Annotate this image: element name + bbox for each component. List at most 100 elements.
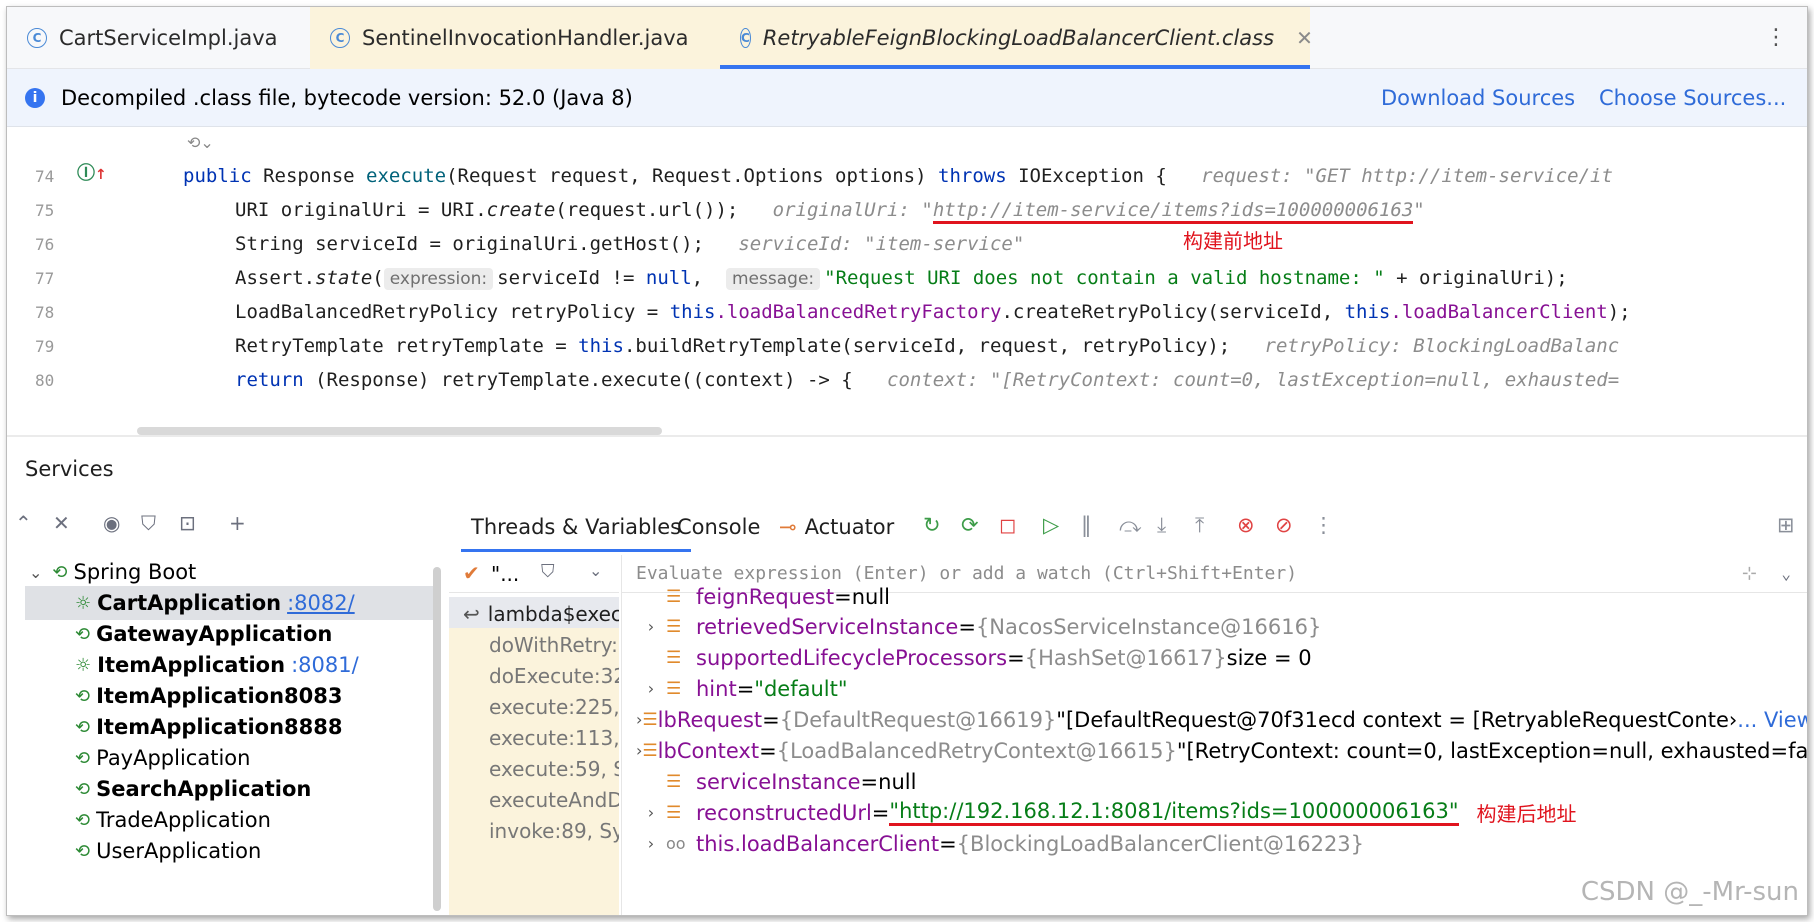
resume-icon[interactable]: ▷ [1043,513,1059,537]
collapse-all-icon[interactable]: ✕ [53,511,70,535]
variable-row[interactable]: ☰ supportedLifecycleProcessors = {HashSe… [622,642,1807,673]
tab-retryable-feign-client[interactable]: C RetryableFeignBlockingLoadBalancerClie… [720,7,1313,69]
frames-panel: ✔ "... ⛉ ⌄ ↩ lambda$exec doWithRetry: doE… [449,555,619,915]
annotation-before-url: 构建前地址 [1183,229,1283,253]
add-service-icon[interactable]: + [229,511,246,535]
service-item-application-8083[interactable]: ⟲ ItemApplication8083 [75,679,342,713]
stack-frame[interactable]: doWithRetry: [449,628,619,662]
code-text: IOException { [1006,165,1167,187]
service-pay-application[interactable]: ⟲ PayApplication [75,741,250,775]
expand-all-icon[interactable]: ⌃ [15,511,32,535]
frame-label: lambda$exec [487,602,619,626]
stack-frame[interactable]: executeAndD [449,783,619,817]
step-out-icon[interactable]: ⤒ [1195,513,1204,538]
step-over-icon[interactable]: ⤼ [1119,513,1141,538]
tab-cart-service-impl[interactable]: C CartServiceImpl.java [7,7,307,69]
variable-value: {LoadBalancedRetryContext@16615} [776,738,1177,763]
service-item-application-8888[interactable]: ⟲ ItemApplication8888 [75,710,342,744]
service-port-link[interactable]: :8081/ [291,653,359,677]
download-sources-link[interactable]: Download Sources [1381,86,1575,110]
variable-name: reconstructedUrl [696,800,872,825]
variable-name: retrievedServiceInstance [696,614,959,639]
stack-frame[interactable]: execute:113, [449,721,619,755]
tab-threads-variables[interactable]: Threads & Variables [461,515,692,552]
stack-frame[interactable]: execute:59, S [449,752,619,786]
variable-row[interactable]: › oo this.loadBalancerClient = {Blocking… [622,828,1807,859]
code-text: String serviceId = originalUri.getHost()… [235,233,704,255]
service-name: ItemApplication8888 [96,715,343,739]
code-editor[interactable]: 74 75 76 77 78 79 80 Ⓘ↑ ⟲⌄ public Respon… [7,127,1807,437]
new-group-icon[interactable]: ⊡ [179,511,196,535]
horizontal-scrollbar[interactable] [137,427,662,435]
stack-frame-partial [449,845,619,915]
stack-frame[interactable]: doExecute:32 [449,659,619,693]
stack-frame[interactable]: ↩ lambda$exec [449,597,619,631]
filter-icon[interactable]: ⛉ [141,511,156,535]
code-text: URI originalUri = URI. [235,199,487,221]
thread-selector[interactable]: ✔ "... ⛉ ⌄ [449,555,619,593]
static-call: state [315,267,373,289]
divider [7,435,1807,437]
tab-console[interactable]: Console [677,515,760,539]
chevron-right-icon[interactable]: › [636,617,666,636]
service-port-link[interactable]: :8082/ [287,591,355,615]
service-name: SearchApplication [96,777,312,801]
service-item-application[interactable]: ☼ ItemApplication :8081/ [75,648,359,682]
view-link[interactable]: ... View [1737,708,1807,732]
layout-icon[interactable]: ⊞ [1777,513,1795,537]
inline-debug-value: serviceId: "item-service" [738,233,1025,255]
choose-sources-link[interactable]: Choose Sources... [1599,86,1786,110]
chevron-right-icon[interactable]: › [636,679,666,698]
variable-row[interactable]: › ☰ lbContext = {LoadBalancedRetryContex… [622,735,1807,766]
mute-breakpoints-icon[interactable]: ⊘ [1275,513,1293,537]
service-cart-application[interactable]: ☼ CartApplication :8082/ [25,586,435,620]
service-gateway-application[interactable]: ⟲ GatewayApplication [75,617,332,651]
rerun-debug-icon[interactable]: ⟳ [961,513,979,537]
variable-name: serviceInstance [696,769,861,794]
service-search-application[interactable]: ⟲ SearchApplication [75,772,311,806]
variable-extra: "[DefaultRequest@70f31ecd context = [Ret… [1056,707,1738,732]
implements-method-icon[interactable]: Ⓘ↑ [77,159,107,185]
view-breakpoints-icon[interactable]: ⊗ [1237,513,1255,537]
tree-scrollbar[interactable] [433,567,441,911]
rerun-icon[interactable]: ↻ [923,513,941,537]
chevron-right-icon[interactable]: › [636,834,666,853]
fold-icon[interactable]: ⟲⌄ [187,133,214,152]
variable-row[interactable]: › ☰ lbRequest = {DefaultRequest@16619} "… [622,704,1807,735]
stop-icon[interactable]: ◻ [999,513,1016,537]
variable-row[interactable]: ☰ feignRequest = null [622,585,1807,609]
tree-node-spring-boot[interactable]: ⌄ ⟲ Spring Boot [29,555,196,589]
service-trade-application[interactable]: ⟲ TradeApplication [75,803,271,837]
stack-frame[interactable]: execute:225, [449,690,619,724]
chevron-right-icon[interactable]: › [636,803,666,822]
variable-row[interactable]: ☰ serviceInstance = null [622,766,1807,797]
variable-row[interactable]: › ☰ reconstructedUrl = "http://192.168.1… [622,797,1807,828]
more-icon[interactable]: ⋮ [1313,513,1334,537]
variables-panel: Evaluate expression (Enter) or add a wat… [621,555,1807,915]
spring-boot-icon: ⟲ [75,840,91,862]
service-user-application[interactable]: ⟲ UserApplication [75,834,261,868]
eye-icon[interactable]: ◉ [103,511,120,535]
services-tree: ⌄ ⟲ Spring Boot ☼ CartApplication :8082/… [7,555,437,915]
frame-label: execute:59, S [489,757,619,781]
add-watch-icon[interactable]: ⊹ [1742,563,1757,584]
pause-icon[interactable]: ‖ [1081,513,1092,537]
tab-sentinel-invocation-handler[interactable]: C SentinelInvocationHandler.java [310,7,720,69]
variable-row[interactable]: › ☰ hint = "default" [622,673,1807,704]
chevron-down-icon[interactable]: ⌄ [29,563,42,582]
chevron-down-icon[interactable]: ⌄ [1781,564,1791,583]
inline-debug-value: request: "GET http://item-service/it [1201,165,1613,187]
stack-frame[interactable]: invoke:89, Sy [449,814,619,848]
tab-actuator[interactable]: ⊸ Actuator [779,515,894,539]
keyword: throws [938,165,1007,187]
filter-icon[interactable]: ⛉ [541,561,555,582]
close-icon[interactable]: ✕ [1296,26,1313,50]
step-into-icon[interactable]: ⤓ [1157,513,1166,538]
more-icon[interactable]: ⋮ [1765,25,1787,50]
variable-value: {BlockingLoadBalancerClient@16223} [956,831,1365,856]
inline-debug-value: context: "[RetryContext: count=0, lastEx… [887,369,1620,391]
variable-extra: size = 0 [1226,645,1312,670]
variable-row[interactable]: › ☰ retrievedServiceInstance = {NacosSer… [622,611,1807,642]
variable-name: supportedLifecycleProcessors [696,645,1008,670]
chevron-down-icon[interactable]: ⌄ [589,561,602,580]
